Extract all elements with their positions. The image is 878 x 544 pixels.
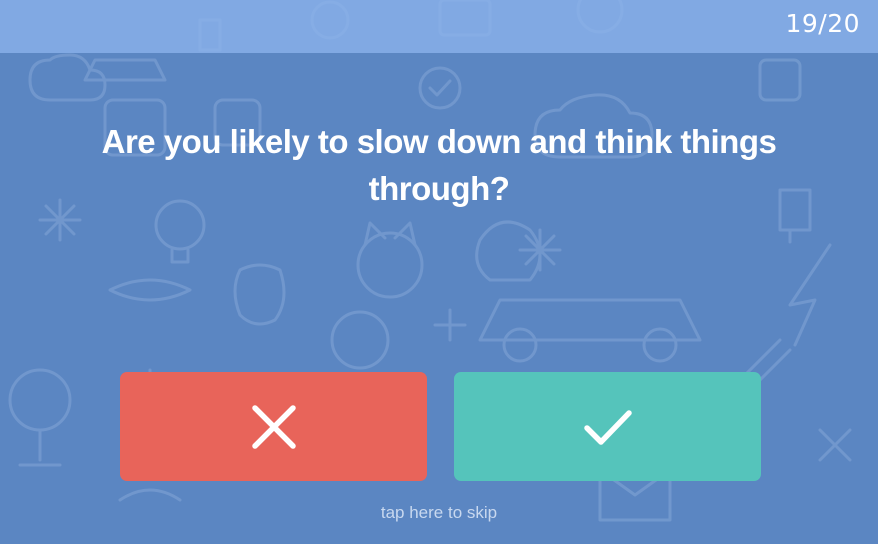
star-doodle [818,428,852,462]
yes-button[interactable] [454,372,761,481]
skip-link-container: tap here to skip [0,503,878,523]
question-counter: 19/20 [785,9,860,38]
lips-doodle [108,278,192,302]
car-doodle [478,298,702,342]
checkmark-icon [583,409,632,445]
microphone-doodle [8,368,72,432]
checkmark-circle-doodle [418,66,462,110]
no-button[interactable] [120,372,427,481]
skip-link[interactable]: tap here to skip [381,503,497,522]
stomach-doodle [233,263,286,326]
x-icon [251,404,296,449]
question-text: Are you likely to slow down and think th… [101,123,777,207]
lightning-doodle [788,243,832,347]
top-progress-bar: 19/20 [0,0,878,53]
cloud-small-doodle [118,488,182,502]
sun-doodle [330,310,390,370]
cat-face-doodle [356,231,424,299]
